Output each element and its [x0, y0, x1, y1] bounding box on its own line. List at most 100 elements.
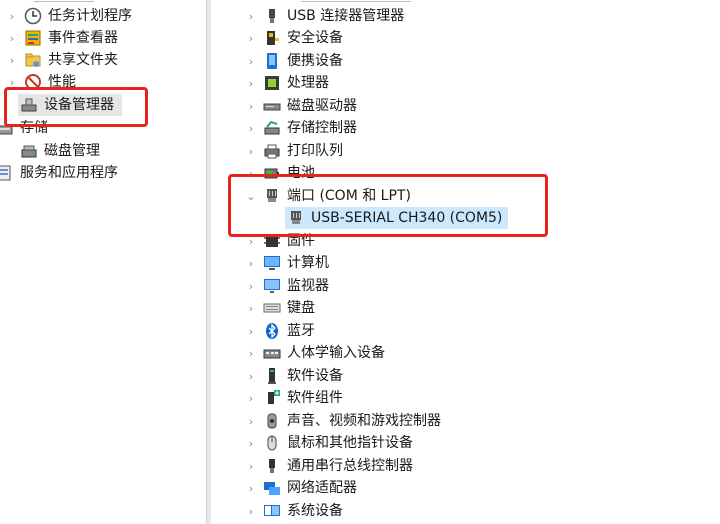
device-category-portable-device[interactable]: › 便携设备: [245, 50, 343, 72]
chevron-right-icon[interactable]: ›: [245, 392, 257, 405]
device-label: 安全设备: [287, 30, 343, 46]
tree-item-event-viewer[interactable]: › 事件查看器: [6, 27, 118, 49]
tree-item-services-applications[interactable]: 服务和应用程序: [0, 162, 118, 184]
device-category-hid[interactable]: › 人体学输入设备: [245, 342, 385, 364]
tree-item-label: 共享文件夹: [48, 52, 118, 68]
event-viewer-icon: [24, 29, 42, 47]
device-category-mouse[interactable]: › 鼠标和其他指针设备: [245, 432, 413, 454]
device-label: 通用串行总线控制器: [287, 458, 413, 474]
usb-connector-icon: [263, 7, 281, 25]
disk-management-icon: [20, 142, 38, 160]
clipped-row: [34, 0, 94, 2]
highlight-box-device-manager: [4, 87, 148, 127]
tree-item-label: 服务和应用程序: [20, 165, 118, 181]
device-label: 人体学输入设备: [287, 345, 385, 361]
chevron-right-icon[interactable]: ›: [245, 505, 257, 518]
tree-item-shared-folders[interactable]: › 共享文件夹: [6, 49, 118, 71]
device-label: 键盘: [287, 300, 315, 316]
chevron-right-icon[interactable]: ›: [6, 54, 18, 67]
chevron-right-icon[interactable]: ›: [245, 325, 257, 338]
chevron-right-icon[interactable]: ›: [6, 10, 18, 23]
chevron-right-icon[interactable]: ›: [245, 302, 257, 315]
chevron-right-icon[interactable]: ›: [245, 482, 257, 495]
device-label: 蓝牙: [287, 323, 315, 339]
chevron-right-icon[interactable]: ›: [245, 122, 257, 135]
processor-icon: [263, 74, 281, 92]
chevron-right-icon[interactable]: ›: [6, 32, 18, 45]
tree-item-label: 磁盘管理: [44, 143, 100, 159]
storage-controller-icon: [263, 119, 281, 137]
highlight-box-ports: [228, 174, 548, 237]
device-category-storage-controller[interactable]: › 存储控制器: [245, 117, 357, 139]
services-icon: [0, 164, 14, 182]
chevron-right-icon[interactable]: ›: [245, 77, 257, 90]
clock-icon: [24, 7, 42, 25]
system-device-icon: [263, 502, 281, 520]
device-label: 处理器: [287, 75, 329, 91]
device-category-usb-connector[interactable]: › USB 连接器管理器: [245, 5, 404, 27]
chevron-right-icon[interactable]: ›: [245, 145, 257, 158]
device-category-printer[interactable]: › 打印队列: [245, 140, 343, 162]
device-label: 鼠标和其他指针设备: [287, 435, 413, 451]
device-label: 便携设备: [287, 53, 343, 69]
security-device-icon: [263, 29, 281, 47]
network-adapter-icon: [263, 479, 281, 497]
device-label: 存储控制器: [287, 120, 357, 136]
device-category-disk-drive[interactable]: › 磁盘驱动器: [245, 95, 357, 117]
tree-item-label: 事件查看器: [48, 30, 118, 46]
mouse-icon: [263, 434, 281, 452]
tree-item-task-scheduler[interactable]: › 任务计划程序: [6, 5, 132, 27]
printer-icon: [263, 142, 281, 160]
chevron-right-icon[interactable]: ›: [245, 10, 257, 23]
device-category-software-device[interactable]: › 软件设备: [245, 365, 343, 387]
console-tree-pane: › 任务计划程序 › 事件查看器 › 共享文件夹 › 性能 设备管理器 存储 磁…: [0, 0, 206, 524]
device-label: USB 连接器管理器: [287, 8, 405, 24]
device-category-sound[interactable]: › 声音、视频和游戏控制器: [245, 410, 441, 432]
device-label: 软件设备: [287, 368, 343, 384]
tree-item-disk-management[interactable]: 磁盘管理: [18, 140, 100, 162]
hid-icon: [263, 344, 281, 362]
tree-item-label: 任务计划程序: [48, 8, 132, 24]
device-category-security-device[interactable]: › 安全设备: [245, 27, 343, 49]
sound-icon: [263, 412, 281, 430]
chevron-right-icon[interactable]: ›: [245, 370, 257, 383]
software-component-icon: [263, 389, 281, 407]
computer-icon: [263, 254, 281, 272]
chevron-right-icon[interactable]: ›: [245, 437, 257, 450]
portable-device-icon: [263, 52, 281, 70]
device-label: 计算机: [287, 255, 329, 271]
usb-controller-icon: [263, 457, 281, 475]
clipped-row: [301, 0, 411, 2]
chevron-right-icon[interactable]: ›: [245, 32, 257, 45]
shared-folder-icon: [24, 51, 42, 69]
chevron-right-icon[interactable]: ›: [245, 55, 257, 68]
device-category-system-device[interactable]: › 系统设备: [245, 500, 343, 522]
device-label: 磁盘驱动器: [287, 98, 357, 114]
chevron-right-icon[interactable]: ›: [245, 347, 257, 360]
monitor-icon: [263, 277, 281, 295]
device-label: 网络适配器: [287, 480, 357, 496]
device-label: 声音、视频和游戏控制器: [287, 413, 441, 429]
chevron-right-icon[interactable]: ›: [245, 415, 257, 428]
disk-drive-icon: [263, 97, 281, 115]
chevron-right-icon[interactable]: ›: [245, 257, 257, 270]
chevron-right-icon[interactable]: ›: [245, 280, 257, 293]
device-label: 打印队列: [287, 143, 343, 159]
keyboard-icon: [263, 299, 281, 317]
chevron-right-icon[interactable]: ›: [245, 460, 257, 473]
device-label: 监视器: [287, 278, 329, 294]
device-category-processor[interactable]: › 处理器: [245, 72, 329, 94]
device-label: 软件组件: [287, 390, 343, 406]
device-category-network-adapter[interactable]: › 网络适配器: [245, 477, 357, 499]
bluetooth-icon: [263, 322, 281, 340]
chevron-right-icon[interactable]: ›: [245, 100, 257, 113]
software-device-icon: [263, 367, 281, 385]
device-tree-pane: › USB 连接器管理器 › 安全设备 › 便携设备 › 处理器 › 磁盘驱动器 › 存储控制器 › 打印…: [211, 0, 720, 524]
device-category-keyboard[interactable]: › 键盘: [245, 297, 315, 319]
device-category-bluetooth[interactable]: › 蓝牙: [245, 320, 315, 342]
device-category-software-component[interactable]: › 软件组件: [245, 387, 343, 409]
device-category-usb-controller[interactable]: › 通用串行总线控制器: [245, 455, 413, 477]
device-category-monitor[interactable]: › 监视器: [245, 275, 329, 297]
device-category-computer[interactable]: › 计算机: [245, 252, 329, 274]
device-label: 系统设备: [287, 503, 343, 519]
